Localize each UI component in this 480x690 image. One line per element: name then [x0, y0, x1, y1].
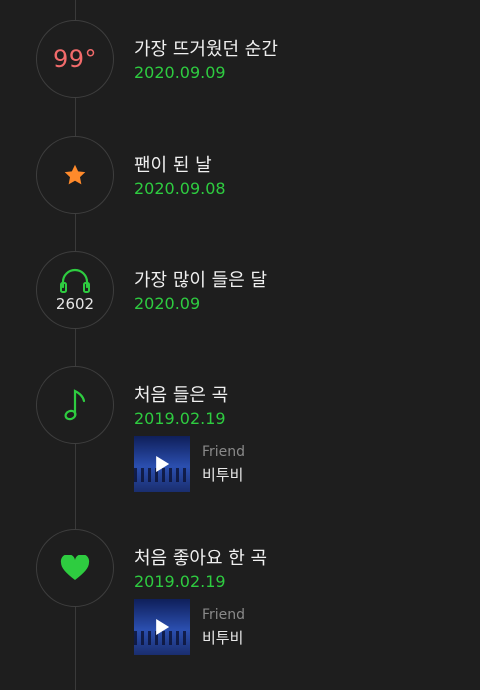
- first-liked-track[interactable]: Friend 비투비: [134, 599, 374, 655]
- hottest-moment-title: 가장 뜨거웠던 순간: [134, 39, 278, 60]
- song-title: Friend: [202, 443, 246, 460]
- temperature-badge: 99°: [36, 20, 114, 98]
- heart-icon: [60, 555, 90, 580]
- most-listened-title: 가장 많이 들은 달: [134, 270, 268, 291]
- hottest-moment-date: 2020.09.09: [134, 63, 226, 82]
- album-art[interactable]: [134, 436, 190, 492]
- artist-name: 비투비: [202, 628, 244, 647]
- song-title: Friend: [202, 606, 246, 623]
- music-note-icon: [64, 389, 86, 421]
- temperature-value: 99°: [52, 45, 98, 73]
- fan-day-title: 팬이 된 날: [134, 155, 212, 176]
- album-art[interactable]: [134, 599, 190, 655]
- first-liked-date: 2019.02.19: [134, 572, 226, 591]
- play-icon[interactable]: [156, 456, 170, 472]
- music-note-badge: [36, 366, 114, 444]
- listen-count-badge: 2602: [36, 251, 114, 329]
- first-listened-date: 2019.02.19: [134, 409, 226, 428]
- most-listened-date: 2020.09: [134, 294, 201, 313]
- play-icon[interactable]: [156, 619, 170, 635]
- listen-count: 2602: [55, 295, 95, 313]
- headphones-icon: [60, 268, 90, 293]
- artist-name: 비투비: [202, 465, 244, 484]
- heart-badge: [36, 529, 114, 607]
- fan-day-date: 2020.09.08: [134, 179, 226, 198]
- first-liked-title: 처음 좋아요 한 곡: [134, 548, 268, 569]
- first-listened-track[interactable]: Friend 비투비: [134, 436, 374, 492]
- star-badge: [36, 136, 114, 214]
- star-icon: [64, 164, 86, 185]
- first-listened-title: 처음 들은 곡: [134, 385, 229, 406]
